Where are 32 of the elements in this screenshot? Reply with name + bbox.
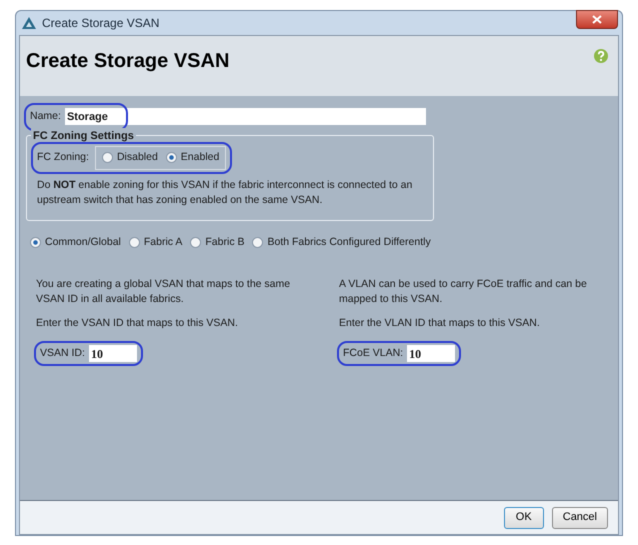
radio-button[interactable]	[128, 237, 140, 248]
close-icon	[592, 15, 602, 24]
dialog-title: Create Storage VSAN	[26, 49, 230, 74]
radio-button[interactable]	[190, 237, 202, 248]
field-label: VSAN ID:	[40, 346, 85, 361]
field-label: FCoE VLAN:	[343, 346, 404, 361]
field-label: FC Zoning:	[37, 150, 89, 165]
dialog-button[interactable]: OK	[504, 506, 544, 528]
radio-button[interactable]	[30, 237, 41, 248]
description-text: A VLAN can be used to carry FCoE traffic and can be mapped to this VSAN.	[339, 276, 588, 306]
radio-label: Fabric A	[144, 234, 182, 250]
close-button[interactable]	[576, 10, 618, 29]
radio-label: Disabled	[116, 150, 158, 165]
warning-note: Do NOT enable zoning for this VSAN if the fabric interconnect is connected to an upstream switch that has zoning enabled on the same VSAN.	[37, 178, 414, 208]
name-field[interactable]: Storage	[64, 108, 426, 125]
radio-label: Common/Global	[45, 234, 121, 250]
id-field[interactable]: 10	[88, 345, 137, 362]
description-text: You are creating a global VSAN that maps to the same VSAN ID in all available fabrics.	[36, 276, 292, 306]
id-field[interactable]: 10	[407, 345, 456, 362]
window-title: Create Storage VSAN	[42, 15, 160, 32]
radio-button[interactable]	[102, 152, 113, 164]
radio-label: Enabled	[180, 150, 220, 165]
dialog-button[interactable]: Cancel	[552, 506, 608, 528]
help-icon[interactable]	[594, 49, 608, 63]
instruction-text: Enter the VLAN ID that maps to this VSAN.	[339, 316, 541, 330]
field-label: Name:	[30, 108, 61, 124]
radio-label: Both Fabrics Configured Differently	[267, 234, 431, 250]
radio-label: Fabric B	[205, 234, 244, 250]
radio-button[interactable]	[166, 152, 177, 164]
radio-button[interactable]	[252, 237, 264, 248]
instruction-text: Enter the VSAN ID that maps to this VSAN.	[36, 316, 239, 330]
app-logo-icon	[22, 17, 36, 29]
